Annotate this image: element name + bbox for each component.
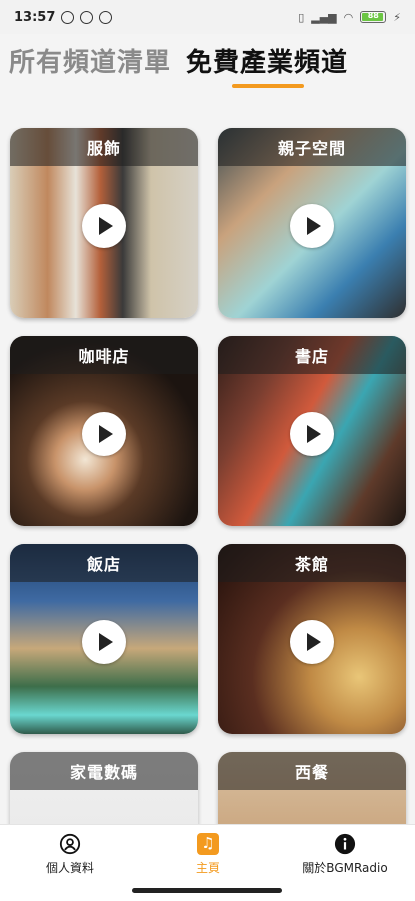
channel-title: 西餐 [218,752,406,790]
channel-card-clothing[interactable]: 服飾 [10,128,198,318]
nav-profile[interactable]: 個人資料 [5,831,135,876]
gesture-bar [132,888,282,893]
play-button[interactable] [82,620,126,664]
channel-title: 飯店 [10,544,198,582]
notification-icon [99,10,113,24]
nav-profile-label: 個人資料 [45,861,94,875]
active-tab-indicator [232,84,304,88]
play-icon [99,217,113,235]
channel-title: 咖啡店 [10,336,198,374]
channel-card-electronics[interactable]: 家電數碼 [10,752,198,824]
vibrate-icon: ▯ [298,10,305,24]
channel-card-cafe[interactable]: 咖啡店 [10,336,198,526]
channel-title: 書店 [218,336,406,374]
channel-grid: 服飾 親子空間 咖啡店 書店 飯店 茶館 家電數碼 西餐 [0,126,415,824]
status-bar: 13:57 ▯ ▂▄▆ ◠ 88 ⚡ [0,0,415,34]
play-button[interactable] [290,620,334,664]
nav-about[interactable]: 關於BGMRadio [280,831,410,876]
nav-about-label: 關於BGMRadio [302,861,388,875]
play-icon [307,425,321,443]
play-button[interactable] [290,412,334,456]
charging-icon: ⚡ [393,10,401,24]
channel-title: 家電數碼 [10,752,198,790]
play-button[interactable] [290,204,334,248]
nav-home-label: 主頁 [195,861,220,875]
alarm-icon [61,10,75,24]
wifi-icon: ◠ [343,10,354,24]
channel-title: 服飾 [10,128,198,166]
channel-card-hotel[interactable]: 飯店 [10,544,198,734]
channel-card-teahouse[interactable]: 茶館 [218,544,406,734]
nav-home[interactable]: 主頁 [143,831,273,876]
status-time: 13:57 [14,9,56,25]
signal-icon: ▂▄▆ [311,10,337,24]
channel-tabs: 所有頻道清單 免費產業頻道 [0,38,415,93]
channel-title: 親子空間 [218,128,406,166]
play-icon [99,633,113,651]
play-icon [307,633,321,651]
status-right: ▯ ▂▄▆ ◠ 88 ⚡ [298,11,401,24]
profile-icon [59,833,81,855]
channel-title: 茶館 [218,544,406,582]
notification-icon [80,10,94,24]
channel-card-family[interactable]: 親子空間 [218,128,406,318]
channel-card-bookstore[interactable]: 書店 [218,336,406,526]
play-button[interactable] [82,412,126,456]
tab-free-channels[interactable]: 免費產業頻道 [186,42,348,79]
battery-level: 88 [367,11,379,20]
status-left: 13:57 [14,9,113,25]
music-library-icon [197,833,219,855]
battery-icon: 88 [360,11,387,23]
tab-all-channels[interactable]: 所有頻道清單 [9,42,171,79]
play-icon [99,425,113,443]
play-icon [307,217,321,235]
play-button[interactable] [82,204,126,248]
info-icon [334,833,356,855]
channel-card-western[interactable]: 西餐 [218,752,406,824]
